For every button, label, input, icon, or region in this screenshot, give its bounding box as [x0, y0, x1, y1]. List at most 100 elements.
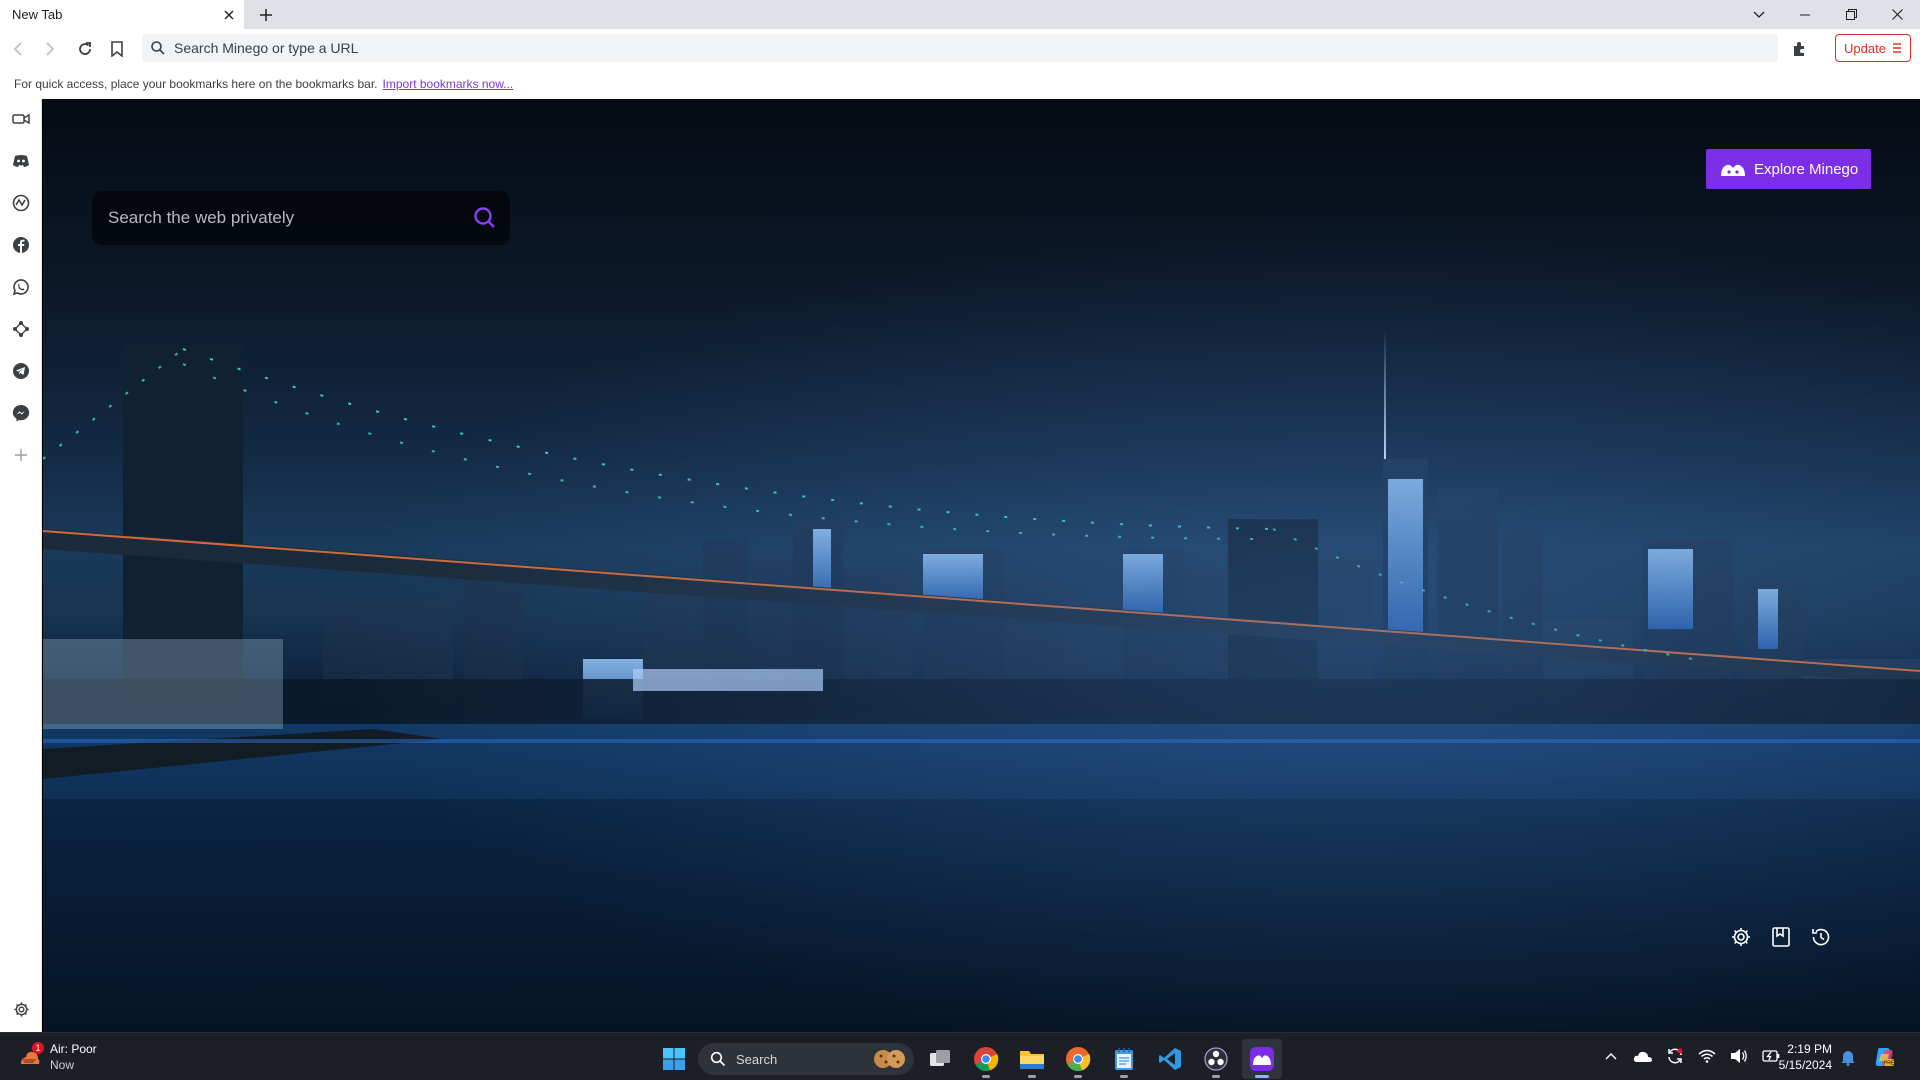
reload-icon — [79, 42, 91, 55]
tab-search-button[interactable] — [1736, 0, 1782, 29]
bookmarks-panel-button[interactable] — [1769, 925, 1793, 949]
chrome-icon — [974, 1047, 999, 1072]
speaker-icon — [1731, 1049, 1747, 1063]
taskbar-center: Search — [656, 1039, 1282, 1079]
svg-text:PRE: PRE — [1884, 1061, 1895, 1067]
volume-button[interactable] — [1728, 1045, 1750, 1067]
sidebar-item-network[interactable] — [11, 319, 31, 339]
cloud-icon — [1633, 1051, 1652, 1062]
wifi-icon — [1698, 1049, 1716, 1063]
task-view-button[interactable] — [920, 1039, 960, 1079]
reload-button[interactable] — [72, 36, 98, 62]
file-explorer-icon — [1020, 1051, 1044, 1069]
bookmark-button[interactable] — [104, 36, 130, 62]
sidebar-settings-button[interactable] — [11, 999, 31, 1019]
close-icon[interactable] — [218, 4, 240, 26]
weather-subtitle: Now — [50, 1058, 75, 1072]
start-button[interactable] — [656, 1041, 692, 1077]
minego-icon — [1250, 1047, 1274, 1071]
tab-title: New Tab — [12, 7, 63, 22]
minego-app[interactable] — [1242, 1039, 1282, 1079]
taskbar-search[interactable]: Search — [698, 1043, 914, 1075]
forward-button[interactable] — [36, 36, 62, 62]
obs-app[interactable] — [1196, 1039, 1236, 1079]
plus-icon — [260, 9, 272, 21]
weather-text: Air: Poor Now — [50, 1041, 97, 1073]
tab-strip: New Tab — [0, 0, 1920, 29]
customize-button[interactable] — [1729, 925, 1753, 949]
task-view-icon — [930, 1050, 950, 1066]
sidebar-add-button[interactable] — [11, 445, 31, 465]
running-indicator — [1028, 1075, 1036, 1078]
taskbar: 1 Air: Poor Now Search 2:19 PM 5/15/2024… — [0, 1032, 1920, 1080]
notepad-app[interactable] — [1104, 1039, 1144, 1079]
show-hidden-icons-button[interactable] — [1600, 1045, 1622, 1067]
vscode-app[interactable] — [1150, 1039, 1190, 1079]
sidebar-item-facebook[interactable] — [11, 235, 31, 255]
menu-icon — [1893, 43, 1901, 53]
copilot-icon: PRE — [1875, 1048, 1895, 1067]
clock-time: 2:19 PM — [1787, 1042, 1832, 1056]
messenger-icon — [12, 404, 30, 422]
sidebar-item-video[interactable] — [11, 109, 31, 129]
close-icon — [1891, 9, 1903, 20]
address-input[interactable] — [142, 34, 1778, 62]
puzzle-icon — [1794, 42, 1804, 56]
import-bookmarks-link[interactable]: Import bookmarks now... — [383, 77, 514, 91]
private-search-box[interactable] — [92, 191, 510, 245]
gear-icon — [13, 1001, 29, 1017]
arrow-right-icon — [46, 42, 55, 56]
tab-new-tab[interactable]: New Tab — [0, 0, 244, 29]
sidebar-item-activity[interactable] — [11, 193, 31, 213]
running-indicator — [1212, 1075, 1220, 1078]
weather-widget[interactable]: 1 Air: Poor Now — [18, 1041, 97, 1073]
extensions-button[interactable] — [1787, 36, 1813, 62]
minego-logo-icon — [1721, 164, 1745, 176]
chrome-canary-app[interactable] — [1058, 1039, 1098, 1079]
address-bar[interactable] — [142, 34, 1778, 62]
bookmark-icon — [1772, 927, 1790, 947]
discord-icon — [13, 155, 29, 167]
weather-title: Air: Poor — [50, 1042, 97, 1056]
sync-button[interactable] — [1664, 1045, 1686, 1067]
restore-button[interactable] — [1828, 0, 1874, 29]
chrome-canary-icon — [1066, 1047, 1091, 1072]
sidebar-item-discord[interactable] — [11, 151, 31, 171]
new-tab-button[interactable] — [254, 3, 278, 27]
wifi-button[interactable] — [1696, 1045, 1718, 1067]
chrome-app[interactable] — [966, 1039, 1006, 1079]
clock[interactable]: 2:19 PM 5/15/2024 — [1776, 1041, 1832, 1073]
copilot-button[interactable]: PRE — [1872, 1045, 1896, 1074]
gear-icon — [1732, 928, 1750, 946]
explore-label: Explore Minego — [1754, 160, 1859, 178]
private-search-input[interactable] — [92, 208, 452, 228]
search-icon[interactable] — [472, 205, 498, 231]
file-explorer-app[interactable] — [1012, 1039, 1052, 1079]
new-tab-tools — [1729, 925, 1833, 949]
back-button[interactable] — [6, 36, 32, 62]
running-indicator — [1255, 1075, 1269, 1078]
onedrive-button[interactable] — [1632, 1045, 1654, 1067]
sidebar-item-whatsapp[interactable] — [11, 277, 31, 297]
notepad-icon — [1115, 1048, 1133, 1070]
window-close-button[interactable] — [1874, 0, 1920, 29]
sidebar-item-telegram[interactable] — [11, 361, 31, 381]
network-icon — [13, 321, 29, 337]
running-indicator — [1074, 1075, 1082, 1078]
explore-minego-button[interactable]: Explore Minego — [1706, 149, 1871, 189]
plus-icon — [15, 449, 27, 461]
history-button[interactable] — [1809, 925, 1833, 949]
screen: New Tab Search Minego or type a URL Upda… — [0, 0, 1920, 1080]
sidebar-item-messenger[interactable] — [11, 403, 31, 423]
activity-icon — [12, 194, 30, 212]
minimize-button[interactable] — [1782, 0, 1828, 29]
update-label: Update — [1844, 40, 1886, 56]
update-button[interactable]: Update — [1835, 34, 1911, 62]
vscode-icon — [1159, 1048, 1181, 1070]
bookmarks-bar: For quick access, place your bookmarks h… — [0, 68, 1920, 99]
sidebar — [0, 99, 42, 1032]
notifications-button[interactable] — [1840, 1048, 1856, 1071]
arrow-left-icon — [13, 42, 22, 56]
whatsapp-icon — [12, 279, 29, 296]
taskbar-search-label: Search — [736, 1051, 778, 1067]
